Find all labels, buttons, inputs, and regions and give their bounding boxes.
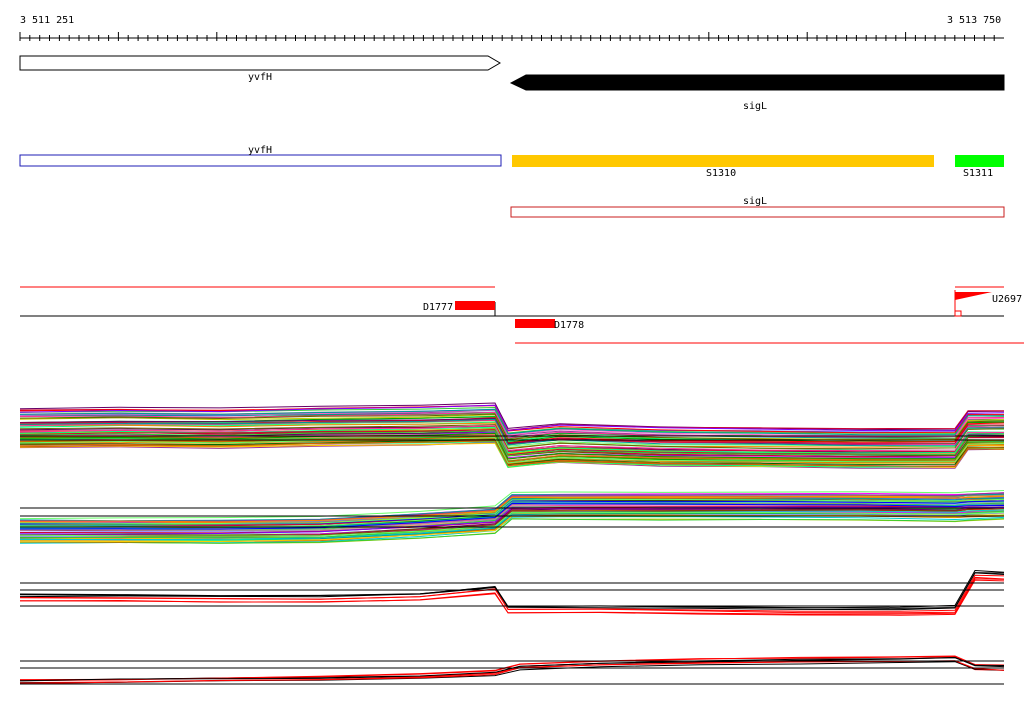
coordinate-ruler: 3 511 251 3 513 750 [19,15,1004,41]
feature-flag-U2697[interactable] [955,292,992,300]
segment-track: yvfH S1310 S1311 sigL [19,145,1005,218]
gene-arrow-sigL[interactable] [509,74,1005,91]
feature-marker-U2697 [954,310,962,317]
segment-box-S1311[interactable] [955,155,1004,167]
segment-label-S1311: S1311 [963,168,993,179]
feature-track: D1777 D1778 U2697 [20,286,1024,344]
feature-label-D1778: D1778 [554,320,584,331]
expression-panel-4 [19,655,1005,685]
ruler-ticks [19,32,995,41]
feature-label-U2697: U2697 [992,294,1022,305]
feature-label-D1777: D1777 [423,302,453,313]
segment-box-yvfH[interactable] [19,154,502,167]
ruler-start-label: 3 511 251 [20,15,74,26]
segment-box-S1310[interactable] [512,155,934,167]
segment-label-yvfH: yvfH [248,145,272,156]
feature-box-D1777[interactable] [455,301,495,310]
expression-trace [19,661,1005,684]
expression-panel-3 [19,569,1005,616]
expression-panel-2 [19,490,1005,544]
gene-label-yvfH: yvfH [248,72,272,83]
ruler-end-label: 3 513 750 [947,15,1001,26]
segment-label-S1310: S1310 [706,168,736,179]
gene-track: yvfH sigL [19,55,1005,112]
expression-panel-1 [19,402,1005,469]
segment-label-sigL: sigL [743,196,767,207]
expression-trace [19,572,1005,611]
genome-browser-canvas: 3 511 251 3 513 750 yvfH sigL yvfH S1310… [19,15,1024,685]
feature-box-D1778[interactable] [515,319,555,328]
gene-arrow-yvfH[interactable] [19,55,501,71]
expression-trace [19,569,1005,609]
segment-box-sigL[interactable] [510,206,1005,218]
gene-label-sigL: sigL [743,101,767,112]
